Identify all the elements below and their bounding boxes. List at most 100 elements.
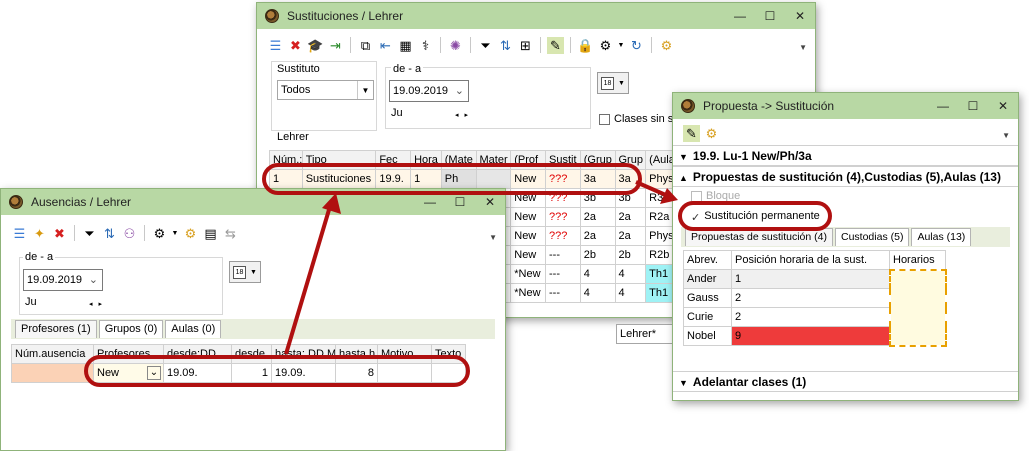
maximize-button[interactable]: ☐ [958, 93, 988, 119]
date-picker[interactable]: 19.09.2019 ⌄ [23, 269, 103, 291]
export-icon[interactable]: ⇥ [327, 37, 344, 54]
gear-icon[interactable]: ⚙ [703, 125, 720, 142]
table-cell[interactable]: *New [510, 264, 546, 284]
table-cell[interactable]: Curie [683, 307, 732, 327]
table-cell[interactable]: 2a [579, 207, 616, 227]
table-cell[interactable]: --- [545, 245, 581, 265]
magic-icon[interactable]: ✺ [447, 37, 464, 54]
table-cell[interactable]: Gauss [683, 288, 732, 308]
column-header[interactable]: Núm.ausencia [11, 344, 94, 364]
lesson-header[interactable]: ▼ 19.9. Lu-1 New/Ph/3a [673, 145, 1018, 166]
table-row[interactable]: Gauss 2 [683, 288, 947, 308]
filter-icon[interactable]: ⏷ [81, 225, 98, 242]
sort-icon[interactable]: ⇅ [101, 225, 118, 242]
maximize-button[interactable]: ☐ [755, 3, 785, 29]
tab-aulas[interactable]: Aulas (13) [911, 228, 972, 246]
lehrer-selector[interactable]: Lehrer* [616, 324, 678, 344]
stethoscope-icon[interactable]: ⚕ [417, 37, 434, 54]
list-icon[interactable]: ☰ [11, 225, 28, 242]
horarios-cell[interactable] [888, 288, 947, 308]
table-cell[interactable]: ??? [545, 226, 581, 246]
day-spin-arrows[interactable]: ◂▸ [89, 300, 108, 308]
horarios-cell[interactable] [888, 307, 947, 327]
refresh-icon[interactable]: ↻ [628, 37, 645, 54]
table-cell[interactable]: New [510, 245, 546, 265]
users-icon[interactable]: ⚇ [121, 225, 138, 242]
toolbar-overflow-icon[interactable]: ▼ [489, 233, 497, 242]
clases-sin-sust-checkbox[interactable]: Clases sin su [599, 113, 679, 125]
gear-icon[interactable]: ⚙ [182, 225, 199, 242]
calendar-button[interactable]: 18 ▼ [597, 72, 629, 94]
table-row[interactable]: Ander 1 [683, 268, 947, 289]
adelantar-section-header[interactable]: ▼ Adelantar clases (1) [673, 371, 1018, 392]
tab-profesores[interactable]: Profesores (1) [15, 320, 97, 338]
toolbar-overflow-icon[interactable]: ▼ [799, 43, 807, 52]
expand-triangle-icon[interactable]: ▲ [679, 173, 688, 183]
edit-icon[interactable]: ✎ [547, 36, 564, 54]
import-icon[interactable]: ⇤ [377, 37, 394, 54]
column-header[interactable]: Horarios [889, 250, 946, 270]
table-cell[interactable] [11, 363, 94, 383]
edit-icon[interactable]: ✎ [683, 124, 700, 142]
lock-icon[interactable]: 🔒 [577, 37, 594, 54]
chevron-down-icon[interactable]: ⌄ [455, 84, 464, 97]
table-cell[interactable]: Nobel [683, 326, 732, 346]
table-cell[interactable]: 4 [614, 283, 647, 303]
collapse-triangle-icon[interactable]: ▼ [679, 378, 688, 388]
dropdown-caret-icon[interactable]: ▼ [617, 37, 625, 54]
table-cell[interactable]: --- [545, 283, 581, 303]
minimize-button[interactable]: — [928, 93, 958, 119]
settings-dropdown-icon[interactable]: ⚙ [151, 225, 168, 242]
horarios-cell[interactable] [888, 326, 947, 347]
column-header[interactable]: Abrev. [683, 250, 732, 270]
table-cell[interactable]: Ander [683, 269, 732, 289]
horarios-cell[interactable] [888, 268, 947, 289]
proposals-section-header[interactable]: ▲ Propuestas de sustitución (4),Custodias… [673, 166, 1018, 187]
tab-grupos[interactable]: Grupos (0) [98, 320, 164, 338]
list-icon[interactable]: ☰ [267, 37, 284, 54]
table-cell[interactable]: 2a [579, 226, 616, 246]
sustituto-combo[interactable]: Todos ▼ [277, 80, 374, 100]
table-cell[interactable]: ??? [545, 207, 581, 227]
day-spin-arrows[interactable]: ◂▸ [455, 111, 474, 119]
close-button[interactable]: ✕ [988, 93, 1018, 119]
filter-icon[interactable]: ⏷ [477, 37, 494, 54]
table-cell[interactable]: New [510, 226, 546, 246]
date-picker[interactable]: 19.09.2019 ⌄ [389, 80, 469, 102]
delete-icon[interactable]: ✖ [287, 37, 304, 54]
table-cell[interactable]: 1 [731, 269, 890, 289]
chevron-down-icon[interactable]: ▼ [357, 81, 373, 99]
chevron-down-icon[interactable]: ⌄ [89, 273, 98, 286]
schedule-icon[interactable]: ▤ [202, 225, 219, 242]
table-cell[interactable]: 4 [614, 264, 647, 284]
transfer-icon[interactable]: ⇆ [222, 225, 239, 242]
graduation-cap-icon[interactable]: 🎓 [307, 37, 324, 54]
table-row[interactable]: Nobel 9 [683, 326, 947, 347]
tab-aulas[interactable]: Aulas (0) [165, 320, 222, 338]
delete-icon[interactable]: ✖ [51, 225, 68, 242]
table-cell[interactable]: 2 [731, 307, 890, 327]
table-row[interactable]: Curie 2 [683, 307, 947, 327]
table-cell[interactable]: 2 [731, 288, 890, 308]
copy-icon[interactable]: ⧉ [357, 37, 374, 54]
dropdown-caret-icon[interactable]: ▼ [171, 225, 179, 242]
minimize-button[interactable]: — [725, 3, 755, 29]
new-icon[interactable]: ✦ [31, 225, 48, 242]
sort-icon[interactable]: ⇅ [497, 37, 514, 54]
tab-custodias[interactable]: Custodias (5) [835, 228, 910, 246]
grid-icon[interactable]: ⊞ [517, 37, 534, 54]
column-header[interactable]: Posición horaria de la sust. [731, 250, 890, 270]
settings-dropdown-icon[interactable]: ⚙ [597, 37, 614, 54]
calculator-icon[interactable]: ▦ [397, 37, 414, 54]
table-cell[interactable]: 4 [579, 283, 616, 303]
calendar-button[interactable]: 18 ▼ [229, 261, 261, 283]
collapse-triangle-icon[interactable]: ▼ [679, 152, 688, 162]
table-cell[interactable]: 2b [614, 245, 647, 265]
table-cell[interactable]: *New [510, 283, 546, 303]
table-cell[interactable]: 2a [614, 207, 647, 227]
table-cell[interactable]: 2b [579, 245, 616, 265]
table-cell[interactable]: 9 [731, 326, 890, 346]
table-cell[interactable]: New [510, 207, 546, 227]
gear-icon[interactable]: ⚙ [658, 37, 675, 54]
toolbar-overflow-icon[interactable]: ▼ [1002, 131, 1010, 140]
